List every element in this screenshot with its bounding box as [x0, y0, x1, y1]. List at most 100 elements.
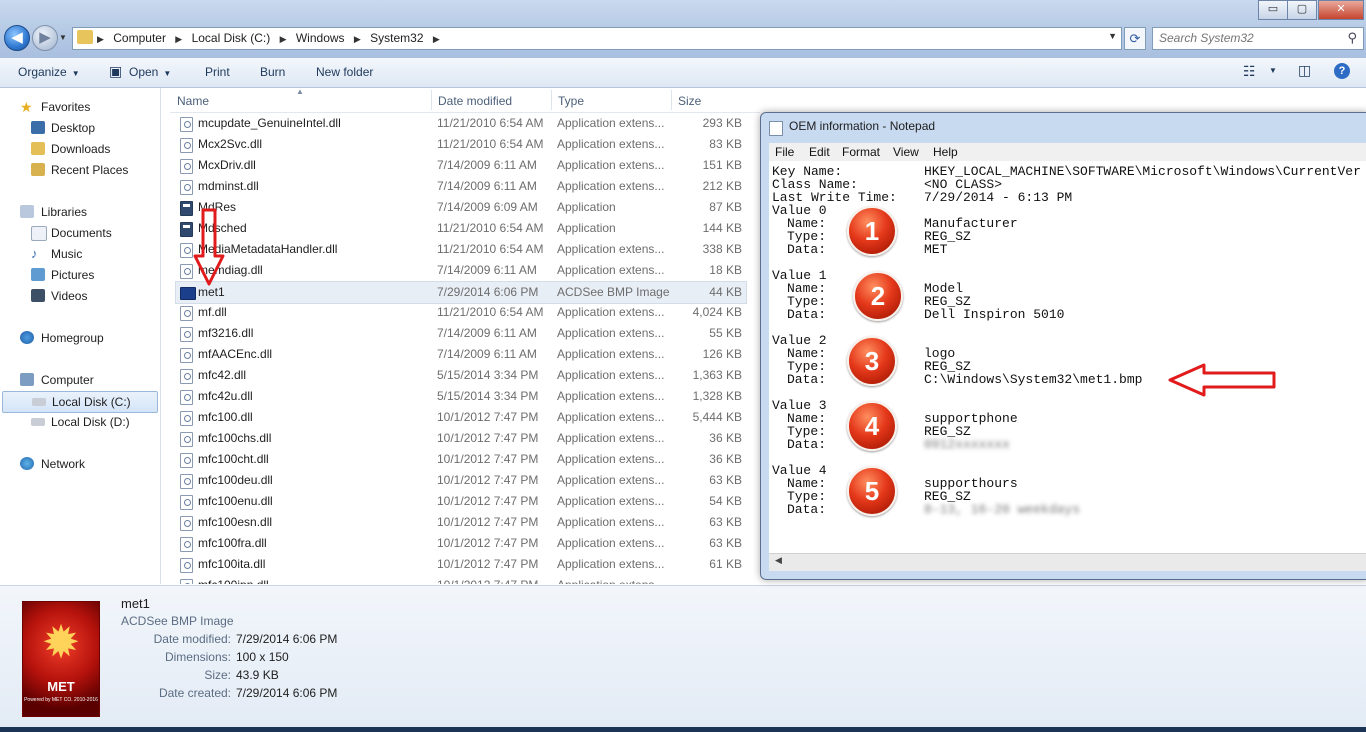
- file-row[interactable]: Mdsched 11/21/2010 6:54 AM Application 144 …: [176, 218, 746, 239]
- file-row[interactable]: mfc100cht.dll 10/1/2012 7:47 PM Applicatio…: [176, 449, 746, 470]
- file-row[interactable]: mfc100chs.dll 10/1/2012 7:47 PM Applicatio…: [176, 428, 746, 449]
- file-size: 36 KB: [709, 452, 742, 466]
- file-name: mfc100esn.dll: [198, 515, 273, 529]
- maximize-button[interactable]: ▢: [1287, 0, 1317, 20]
- file-size: 1,363 KB: [692, 368, 742, 382]
- file-date-modified: 7/14/2009 6:11 AM: [437, 158, 537, 172]
- breadcrumb-local-disk[interactable]: Local Disk (C:): [192, 31, 271, 45]
- search-input[interactable]: [1153, 28, 1339, 47]
- file-row[interactable]: mfc100deu.dll 10/1/2012 7:47 PM Applicatio…: [176, 470, 746, 491]
- nav-favorites[interactable]: ★ Favorites: [0, 97, 158, 117]
- column-name[interactable]: Name: [177, 94, 209, 108]
- file-row[interactable]: mfc100enu.dll 10/1/2012 7:47 PM Applicatio…: [176, 491, 746, 512]
- column-divider[interactable]: [551, 90, 552, 110]
- back-button[interactable]: ◀: [4, 25, 30, 51]
- file-row[interactable]: mfc42u.dll 5/15/2014 3:34 PM Application e…: [176, 386, 746, 407]
- chevron-right-icon[interactable]: ▶: [433, 34, 440, 44]
- file-row[interactable]: Mcx2Svc.dll 11/21/2010 6:54 AM Application…: [176, 134, 746, 155]
- menu-file[interactable]: File: [775, 145, 794, 159]
- file-list[interactable]: ▲ Name Date modified Type Size mcupdate_…: [170, 88, 760, 584]
- nav-music[interactable]: ♪ Music: [0, 244, 158, 264]
- open-button[interactable]: Open ▼: [129, 65, 171, 79]
- file-row[interactable]: memdiag.dll 7/14/2009 6:11 AM Application …: [176, 260, 746, 281]
- file-row[interactable]: mfc100ita.dll 10/1/2012 7:47 PM Applicatio…: [176, 554, 746, 575]
- dll-file-icon: [180, 117, 193, 132]
- file-name: mfc100chs.dll: [198, 431, 272, 445]
- close-button[interactable]: ✕: [1318, 0, 1364, 20]
- column-divider[interactable]: [671, 90, 672, 110]
- nav-network[interactable]: Network: [0, 454, 158, 474]
- refresh-button[interactable]: ⟳: [1124, 27, 1146, 50]
- drive-icon: [31, 418, 45, 426]
- recent-pages-dropdown-icon[interactable]: ▼: [59, 33, 67, 42]
- file-row[interactable]: MdRes 7/14/2009 6:09 AM Application 87 KB: [176, 197, 746, 218]
- address-bar[interactable]: ▶ Computer ▶ Local Disk (C:) ▶ Windows ▶…: [72, 27, 1122, 50]
- preview-pane-icon[interactable]: ◫: [1298, 62, 1311, 79]
- nav-local-disk-c[interactable]: Local Disk (C:): [2, 391, 158, 413]
- breadcrumb-computer[interactable]: Computer: [113, 31, 166, 45]
- file-row[interactable]: met1 7/29/2014 6:06 PM ACDSee BMP Image 44 …: [175, 281, 747, 304]
- chevron-down-icon[interactable]: ▼: [1269, 66, 1277, 75]
- nav-computer[interactable]: Computer: [0, 370, 158, 390]
- chevron-right-icon[interactable]: ▶: [97, 34, 104, 44]
- file-row[interactable]: mf.dll 11/21/2010 6:54 AM Application exte…: [176, 302, 746, 323]
- organize-label: Organize: [18, 65, 67, 79]
- chevron-right-icon[interactable]: ▶: [175, 34, 182, 44]
- minimize-button[interactable]: ▭: [1258, 0, 1288, 20]
- forward-button[interactable]: ▶: [32, 25, 58, 51]
- dll-file-icon: [180, 474, 193, 489]
- nav-homegroup[interactable]: Homegroup: [0, 328, 158, 348]
- file-row[interactable]: mfAACEnc.dll 7/14/2009 6:11 AM Application…: [176, 344, 746, 365]
- column-divider[interactable]: [431, 90, 432, 110]
- horizontal-scrollbar[interactable]: ◀: [769, 553, 1366, 571]
- file-row[interactable]: MediaMetadataHandler.dll 11/21/2010 6:54 …: [176, 239, 746, 260]
- breadcrumb-windows[interactable]: Windows: [296, 31, 345, 45]
- dll-file-icon: [180, 369, 193, 384]
- scroll-left-icon[interactable]: ◀: [775, 555, 782, 566]
- column-size[interactable]: Size: [678, 94, 701, 108]
- notepad-window[interactable]: OEM information - Notepad File Edit Form…: [760, 112, 1366, 580]
- file-row[interactable]: mfc100esn.dll 10/1/2012 7:47 PM Applicatio…: [176, 512, 746, 533]
- file-row[interactable]: mfc100.dll 10/1/2012 7:47 PM Application e…: [176, 407, 746, 428]
- menu-view[interactable]: View: [893, 145, 919, 159]
- organize-button[interactable]: Organize ▼: [18, 65, 80, 79]
- file-row[interactable]: mcupdate_GenuineIntel.dll 11/21/2010 6:54…: [176, 113, 746, 134]
- chevron-right-icon[interactable]: ▶: [354, 34, 361, 44]
- column-date-modified[interactable]: Date modified: [438, 94, 512, 108]
- column-type[interactable]: Type: [558, 94, 584, 108]
- nav-local-disk-d[interactable]: Local Disk (D:): [0, 412, 158, 432]
- file-row[interactable]: mfc100jpn.dll 10/1/2012 7:47 PM Applicatio…: [176, 575, 746, 584]
- search-icon[interactable]: ⚲: [1347, 30, 1357, 46]
- nav-pictures[interactable]: Pictures: [0, 265, 158, 285]
- computer-icon: [20, 373, 34, 386]
- nav-documents[interactable]: Documents: [0, 223, 158, 243]
- star-icon: ★: [20, 99, 33, 115]
- menu-edit[interactable]: Edit: [809, 145, 830, 159]
- burn-button[interactable]: Burn: [260, 65, 285, 79]
- file-row[interactable]: McxDriv.dll 7/14/2009 6:11 AM Application …: [176, 155, 746, 176]
- details-date-created: 7/29/2014 6:06 PM: [236, 686, 338, 700]
- menu-format[interactable]: Format: [842, 145, 880, 159]
- file-row[interactable]: mfc100fra.dll 10/1/2012 7:47 PM Applicatio…: [176, 533, 746, 554]
- help-icon[interactable]: ?: [1334, 63, 1350, 79]
- file-date-modified: 7/14/2009 6:11 AM: [437, 326, 537, 340]
- nav-libraries[interactable]: Libraries: [0, 202, 158, 222]
- menu-help[interactable]: Help: [933, 145, 958, 159]
- file-date-modified: 10/1/2012 7:47 PM: [437, 410, 539, 424]
- nav-desktop[interactable]: Desktop: [0, 118, 158, 138]
- file-row[interactable]: mf3216.dll 7/14/2009 6:11 AM Application e…: [176, 323, 746, 344]
- nav-videos[interactable]: Videos: [0, 286, 158, 306]
- nav-downloads[interactable]: Downloads: [0, 139, 158, 159]
- view-options-icon[interactable]: ☷: [1243, 63, 1256, 80]
- notepad-text-area[interactable]: Key Name: HKEY_LOCAL_MACHINE\SOFTWARE\Mic…: [769, 161, 1366, 553]
- address-dropdown-icon[interactable]: ▼: [1108, 31, 1117, 41]
- search-box[interactable]: ⚲: [1152, 27, 1364, 50]
- file-row[interactable]: mfc42.dll 5/15/2014 3:34 PM Application ex…: [176, 365, 746, 386]
- file-row[interactable]: mdminst.dll 7/14/2009 6:11 AM Application …: [176, 176, 746, 197]
- print-button[interactable]: Print: [205, 65, 230, 79]
- nav-recent-places[interactable]: Recent Places: [0, 160, 158, 180]
- new-folder-button[interactable]: New folder: [316, 65, 373, 79]
- chevron-right-icon[interactable]: ▶: [280, 34, 287, 44]
- file-size: 151 KB: [702, 158, 742, 172]
- breadcrumb-system32[interactable]: System32: [370, 31, 423, 45]
